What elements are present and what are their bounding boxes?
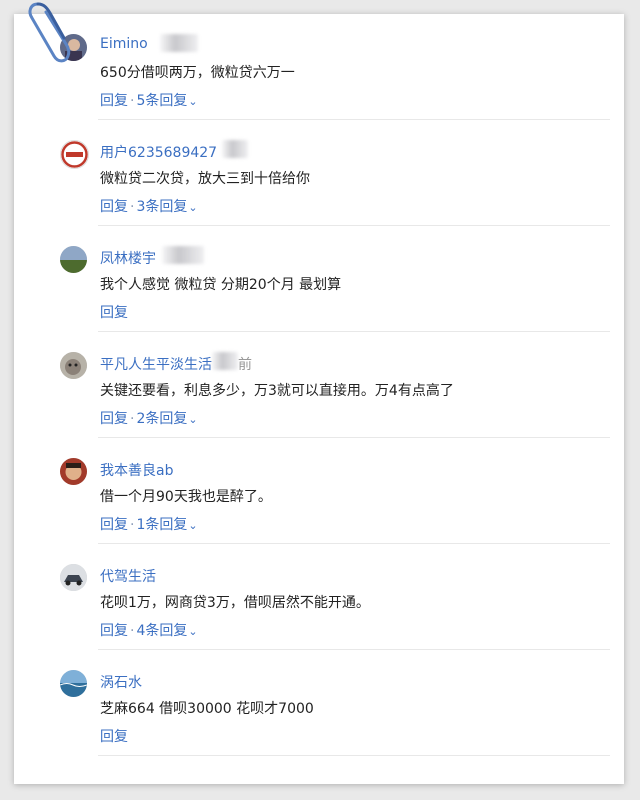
comment-item: 凤林楼宇 我个人感觉 微粒贷 分期20个月 最划算 回复 xyxy=(14,226,624,332)
comment-item: 用户6235689427 微粒贷二次贷，放大三到十倍给你 回复 · 3条回复⌄ xyxy=(14,120,624,226)
blurred-text xyxy=(222,140,248,158)
reply-button[interactable]: 回复 xyxy=(100,93,128,109)
comment-author[interactable]: 凤林楼宇 xyxy=(100,248,156,268)
avatar[interactable] xyxy=(60,564,87,591)
comment-actions: 回复 · 4条回复⌄ xyxy=(100,623,198,639)
avatar-sea-icon xyxy=(60,670,87,697)
reply-button[interactable]: 回复 xyxy=(100,623,128,639)
avatar[interactable] xyxy=(60,34,87,61)
avatar[interactable] xyxy=(60,670,87,697)
view-replies-button[interactable]: 5条回复⌄ xyxy=(136,93,197,109)
avatar[interactable] xyxy=(60,458,87,485)
view-replies-button[interactable]: 1条回复⌄ xyxy=(136,517,197,533)
reply-button[interactable]: 回复 xyxy=(100,305,128,321)
avatar[interactable] xyxy=(60,352,87,379)
avatar[interactable] xyxy=(60,140,89,169)
comment-author[interactable]: Eimino xyxy=(100,36,148,52)
view-replies-button[interactable]: 4条回复⌄ xyxy=(136,623,197,639)
blurred-text xyxy=(212,352,238,370)
chevron-down-icon: ⌄ xyxy=(188,413,198,426)
chevron-down-icon: ⌄ xyxy=(188,625,198,638)
comment-text: 650分借呗两万，微粒贷六万一 xyxy=(100,65,295,81)
chevron-down-icon: ⌄ xyxy=(188,201,198,214)
comment-author[interactable]: 涡石水 xyxy=(100,672,142,692)
avatar-badge-icon xyxy=(61,141,88,168)
comment-item: 涡石水 芝麻664 借呗30000 花呗才7000 回复 xyxy=(14,650,624,756)
reply-button[interactable]: 回复 xyxy=(100,199,128,215)
reply-button[interactable]: 回复 xyxy=(100,411,128,427)
comment-author[interactable]: 用户6235689427 xyxy=(100,142,217,162)
chevron-down-icon: ⌄ xyxy=(188,519,198,532)
comment-text: 花呗1万，网商贷3万，借呗居然不能开通。 xyxy=(100,595,370,611)
comment-list-card: Eimino 650分借呗两万，微粒贷六万一 回复 · 5条回复⌄ 用户623568… xyxy=(14,14,624,784)
view-replies-button[interactable]: 2条回复⌄ xyxy=(136,411,197,427)
avatar-landscape-icon xyxy=(60,246,87,273)
comment-text: 我个人感觉 微粒贷 分期20个月 最划算 xyxy=(100,277,342,293)
chevron-down-icon: ⌄ xyxy=(188,95,198,108)
divider xyxy=(98,755,610,756)
blurred-text xyxy=(162,246,204,264)
comment-author[interactable]: 我本善良ab xyxy=(100,460,173,480)
comment-actions: 回复 · 2条回复⌄ xyxy=(100,411,198,427)
comment-item: 我本善良ab 借一个月90天我也是醉了。 回复 · 1条回复⌄ xyxy=(14,438,624,544)
avatar-photo-icon xyxy=(60,34,87,61)
comment-text: 关键还要看，利息多少，万3就可以直接用。万4有点高了 xyxy=(100,383,454,399)
view-replies-button[interactable]: 3条回复⌄ xyxy=(136,199,197,215)
comment-actions: 回复 xyxy=(100,726,128,746)
blurred-text xyxy=(160,34,198,52)
reply-button[interactable]: 回复 xyxy=(100,517,128,533)
comment-text: 微粒贷二次贷，放大三到十倍给你 xyxy=(100,171,310,187)
comment-actions: 回复 · 1条回复⌄ xyxy=(100,517,198,533)
comment-text: 借一个月90天我也是醉了。 xyxy=(100,489,272,505)
avatar[interactable] xyxy=(60,246,87,273)
comment-item: 代驾生活 花呗1万，网商贷3万，借呗居然不能开通。 回复 · 4条回复⌄ xyxy=(14,544,624,650)
comment-actions: 回复 · 3条回复⌄ xyxy=(100,199,198,215)
comment-actions: 回复 · 5条回复⌄ xyxy=(100,93,198,109)
comment-item: Eimino 650分借呗两万，微粒贷六万一 回复 · 5条回复⌄ xyxy=(14,14,624,120)
comment-actions: 回复 xyxy=(100,302,128,322)
avatar-car-icon xyxy=(60,564,87,591)
avatar-animal-icon xyxy=(60,352,87,379)
timestamp-suffix: 前 xyxy=(238,357,252,373)
comment-text: 芝麻664 借呗30000 花呗才7000 xyxy=(100,701,314,717)
avatar-face-icon xyxy=(60,458,87,485)
comment-item: 平凡人生平淡生活 前 关键还要看，利息多少，万3就可以直接用。万4有点高了 回复… xyxy=(14,332,624,438)
comment-author[interactable]: 平凡人生平淡生活 xyxy=(100,354,212,374)
reply-button[interactable]: 回复 xyxy=(100,729,128,745)
comment-author[interactable]: 代驾生活 xyxy=(100,566,156,586)
